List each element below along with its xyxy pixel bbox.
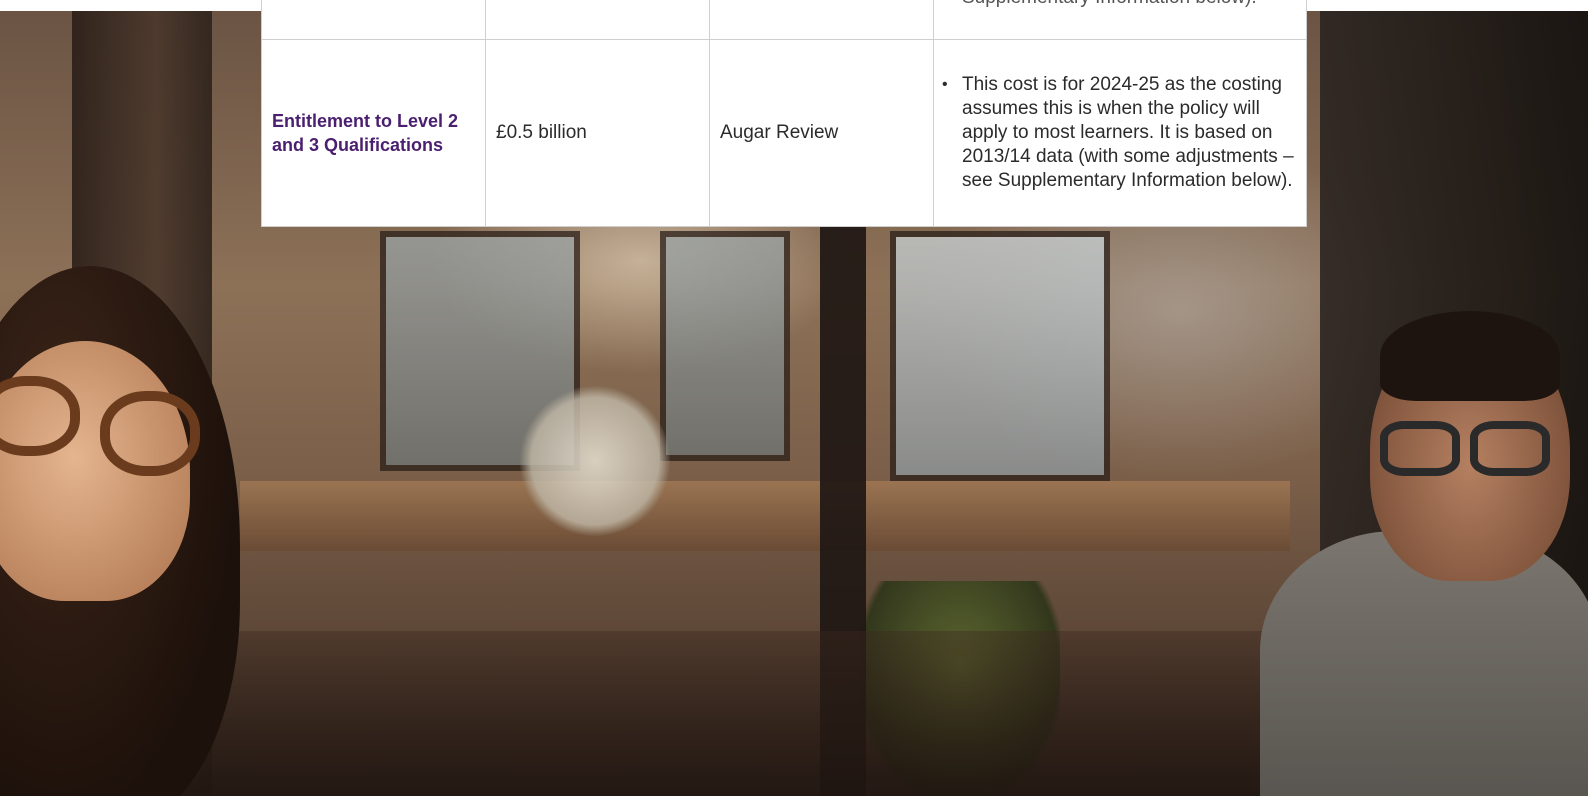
table-cell bbox=[710, 0, 934, 39]
photo-fan bbox=[520, 386, 670, 536]
photo-counter bbox=[240, 481, 1290, 551]
photo-woman-glasses bbox=[100, 391, 200, 476]
photo-man-glasses bbox=[1380, 421, 1460, 476]
table-cell-cost: £0.5 billion bbox=[486, 40, 710, 226]
table-cell-notes: Supplementary Information below). bbox=[934, 0, 1306, 39]
table-cell-policy: Entitlement to Level 2 and 3 Qualificati… bbox=[262, 40, 486, 226]
photo-man-glasses bbox=[1470, 421, 1550, 476]
table-cell-notes: • This cost is for 2024-25 as the costin… bbox=[934, 40, 1306, 226]
notes-fragment: Supplementary Information below). bbox=[962, 0, 1257, 10]
policy-name: Entitlement to Level 2 and 3 Qualificati… bbox=[272, 111, 459, 155]
table-row-previous: Supplementary Information below). bbox=[262, 0, 1306, 40]
table-cell bbox=[262, 0, 486, 39]
photo-window bbox=[660, 231, 790, 461]
bullet-icon: • bbox=[942, 76, 948, 93]
photo-man-hair bbox=[1380, 311, 1560, 401]
note-text: This cost is for 2024-25 as the costing … bbox=[962, 74, 1294, 191]
table-cell bbox=[486, 0, 710, 39]
photo-window bbox=[890, 231, 1110, 481]
costing-table: Supplementary Information below). Entitl… bbox=[261, 0, 1307, 227]
source-value: Augar Review bbox=[720, 122, 839, 143]
notes-list: • This cost is for 2024-25 as the costin… bbox=[942, 73, 1296, 193]
table-cell-source: Augar Review bbox=[710, 40, 934, 226]
table-row: Entitlement to Level 2 and 3 Qualificati… bbox=[262, 40, 1306, 226]
cost-value: £0.5 billion bbox=[496, 122, 587, 143]
list-item: • This cost is for 2024-25 as the costin… bbox=[942, 73, 1296, 193]
page: Supplementary Information below). Entitl… bbox=[0, 0, 1588, 796]
